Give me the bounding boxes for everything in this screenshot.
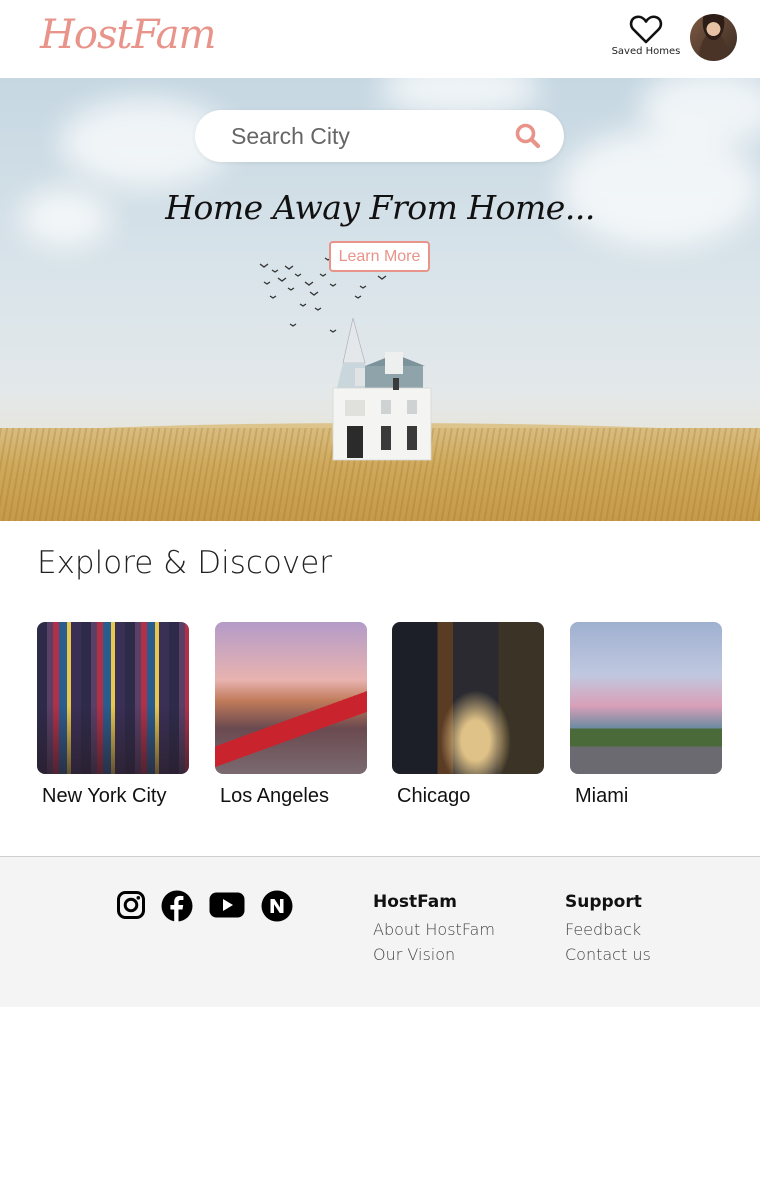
city-name: Chicago [397, 785, 471, 807]
vision-link[interactable]: Our Vision [373, 945, 495, 964]
city-image-los-angeles [215, 622, 367, 774]
city-image-chicago [392, 622, 544, 774]
instagram-link[interactable] [116, 890, 146, 925]
top-navbar: HostFam Saved Homes [0, 0, 760, 78]
news-link[interactable] [261, 890, 293, 927]
youtube-icon [209, 892, 245, 918]
saved-homes-button[interactable]: Saved Homes [606, 14, 686, 57]
section-title: Explore & Discover [37, 545, 333, 581]
heart-icon [629, 15, 663, 44]
footer: HostFam About HostFam Our Vision Support… [0, 856, 760, 1007]
instagram-icon [117, 891, 145, 919]
city-card-miami[interactable]: Miami [570, 622, 722, 808]
about-link[interactable]: About HostFam [373, 920, 495, 939]
search-button[interactable] [513, 121, 543, 151]
facebook-link[interactable] [161, 890, 193, 927]
city-image-new-york [37, 622, 189, 774]
hero-banner: Home Away From Home... Learn More [0, 78, 760, 521]
news-n-icon [261, 890, 293, 922]
search-input[interactable] [231, 120, 501, 152]
footer-heading: Support [565, 892, 642, 912]
saved-homes-label: Saved Homes [611, 46, 681, 57]
city-card-chicago[interactable]: Chicago [392, 622, 544, 808]
footer-heading: HostFam [373, 892, 457, 912]
footer-col-support: Support Feedback Contact us [565, 892, 651, 970]
city-image-miami [570, 622, 722, 774]
user-avatar[interactable] [690, 14, 737, 61]
search-icon [515, 123, 541, 149]
footer-col-hostfam: HostFam About HostFam Our Vision [373, 892, 495, 970]
house-graphic [332, 318, 432, 461]
city-card-los-angeles[interactable]: Los Angeles [215, 622, 367, 808]
city-search-bar [195, 110, 564, 162]
feedback-link[interactable]: Feedback [565, 920, 651, 939]
city-name: Los Angeles [220, 785, 329, 807]
youtube-link[interactable] [209, 892, 245, 923]
logo[interactable]: HostFam [40, 12, 216, 58]
city-name: New York City [42, 785, 167, 807]
city-card-new-york[interactable]: New York City [37, 622, 189, 808]
learn-more-button[interactable]: Learn More [329, 241, 430, 272]
facebook-icon [161, 890, 193, 922]
contact-link[interactable]: Contact us [565, 945, 651, 964]
hero-tagline: Home Away From Home... [165, 188, 595, 227]
city-name: Miami [575, 785, 629, 807]
